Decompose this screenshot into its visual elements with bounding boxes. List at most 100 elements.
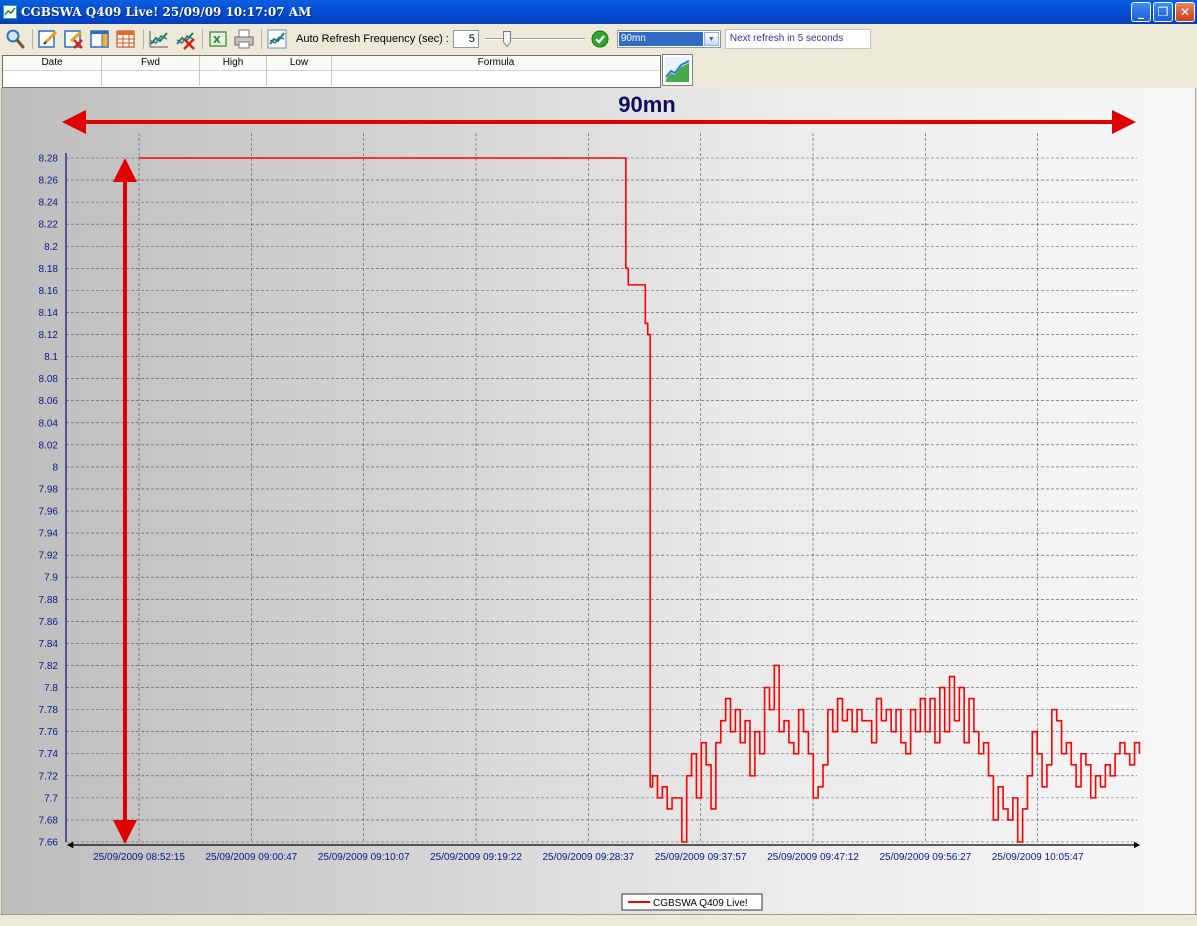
y-tick-label: 8.2 bbox=[44, 242, 58, 253]
y-tick-label: 8.24 bbox=[39, 198, 59, 209]
grid-cell[interactable] bbox=[200, 71, 267, 86]
x-tick-label: 25/09/2009 09:00:47 bbox=[205, 852, 297, 863]
series-line bbox=[139, 157, 1141, 843]
y-axis-ticks: 8.28 8.26 8.24 8.22 8.2 8.18 8.16 8.14 8.12 8.1 8.… bbox=[39, 154, 59, 849]
grid-cell[interactable] bbox=[3, 71, 102, 86]
y-tick-label: 7.76 bbox=[39, 727, 59, 738]
chart-annotation: 90mn bbox=[62, 92, 1136, 844]
price-chart[interactable]: 8.28 8.26 8.24 8.22 8.2 8.18 8.16 8.14 8.12 8.1 8.… bbox=[2, 88, 1197, 914]
chart-icon[interactable] bbox=[266, 28, 288, 50]
y-tick-label: 7.82 bbox=[39, 661, 59, 672]
chart-legend[interactable]: CGBSWA Q409 Live! bbox=[621, 893, 763, 911]
slider-track bbox=[484, 38, 585, 40]
y-tick-label: 8.26 bbox=[39, 176, 59, 187]
grid-header-date[interactable]: Date bbox=[3, 56, 102, 70]
chart-remove-icon[interactable] bbox=[174, 28, 196, 50]
delete-icon[interactable] bbox=[63, 28, 85, 50]
table-row[interactable] bbox=[3, 71, 660, 86]
grid-header-fwd[interactable]: Fwd bbox=[102, 56, 200, 70]
y-tick-label: 8.28 bbox=[39, 154, 59, 165]
grid-cell[interactable] bbox=[267, 71, 332, 86]
grid-header-formula[interactable]: Formula bbox=[332, 56, 660, 70]
window-title: CGBSWA Q409 Live! 25/09/09 10:17:07 AM bbox=[21, 5, 312, 19]
toolbar: X Auto Refresh Frequency (sec) : 90mn ▼ … bbox=[0, 24, 1197, 54]
y-tick-label: 7.72 bbox=[39, 771, 59, 782]
span-label: 90mn bbox=[618, 92, 675, 117]
timeframe-select[interactable]: 90mn ▼ bbox=[616, 30, 721, 48]
close-button[interactable]: ✕ bbox=[1175, 2, 1195, 22]
window-titlebar: CGBSWA Q409 Live! 25/09/09 10:17:07 AM _… bbox=[0, 0, 1197, 24]
refresh-frequency-input[interactable] bbox=[452, 30, 479, 48]
chevron-down-icon[interactable]: ▼ bbox=[703, 32, 719, 46]
toolbar-separator bbox=[143, 29, 144, 49]
search-icon[interactable] bbox=[4, 28, 26, 50]
excel-icon[interactable]: X bbox=[207, 28, 229, 50]
grid-header-row: Date Fwd High Low Formula bbox=[3, 56, 660, 71]
show-chart-button[interactable] bbox=[662, 54, 693, 86]
y-tick-label: 8.1 bbox=[44, 352, 58, 363]
panel-icon[interactable] bbox=[89, 28, 111, 50]
y-tick-label: 7.96 bbox=[39, 507, 59, 518]
chart-icon bbox=[665, 57, 690, 83]
timeframe-value: 90mn bbox=[618, 32, 703, 46]
x-tick-label: 25/09/2009 09:37:57 bbox=[655, 852, 747, 863]
grid-cell[interactable] bbox=[332, 71, 660, 86]
x-axis-ticks: 25/09/2009 08:52:15 25/09/2009 09:00:47 25… bbox=[93, 852, 1084, 863]
chart-gridlines bbox=[66, 133, 1137, 843]
legend-label: CGBSWA Q409 Live! bbox=[653, 898, 748, 909]
y-tick-label: 7.66 bbox=[39, 838, 59, 849]
x-tick-label: 25/09/2009 09:19:22 bbox=[430, 852, 522, 863]
y-tick-label: 7.84 bbox=[39, 639, 59, 650]
y-tick-label: 8.06 bbox=[39, 396, 59, 407]
toolbar-separator bbox=[202, 29, 203, 49]
table-icon[interactable] bbox=[115, 28, 137, 50]
refresh-status: Next refresh in 5 seconds bbox=[724, 29, 871, 49]
y-tick-label: 7.8 bbox=[44, 683, 58, 694]
y-tick-label: 8 bbox=[52, 462, 58, 473]
refresh-frequency-slider[interactable] bbox=[484, 29, 585, 49]
slider-thumb[interactable] bbox=[502, 31, 511, 47]
y-tick-label: 7.86 bbox=[39, 617, 59, 628]
restore-button[interactable]: ❐ bbox=[1153, 2, 1173, 22]
grid-header-low[interactable]: Low bbox=[267, 56, 332, 70]
chart-axes bbox=[65, 153, 1141, 849]
ok-icon[interactable] bbox=[591, 30, 609, 48]
y-tick-label: 7.92 bbox=[39, 551, 59, 562]
edit-icon[interactable] bbox=[37, 28, 59, 50]
grid-header-high[interactable]: High bbox=[200, 56, 267, 70]
y-tick-label: 8.08 bbox=[39, 374, 59, 385]
x-tick-label: 25/09/2009 10:05:47 bbox=[992, 852, 1084, 863]
y-tick-label: 7.68 bbox=[39, 815, 59, 826]
x-tick-label: 25/09/2009 09:28:37 bbox=[542, 852, 634, 863]
y-tick-label: 7.9 bbox=[44, 573, 58, 584]
y-tick-label: 8.04 bbox=[39, 418, 59, 429]
y-tick-label: 8.16 bbox=[39, 286, 59, 297]
minimize-button[interactable]: _ bbox=[1131, 2, 1151, 22]
y-tick-label: 8.02 bbox=[39, 440, 59, 451]
y-tick-label: 7.74 bbox=[39, 749, 59, 760]
chart-add-icon[interactable] bbox=[148, 28, 170, 50]
y-tick-label: 7.78 bbox=[39, 705, 59, 716]
y-tick-label: 7.88 bbox=[39, 595, 59, 606]
chart-series bbox=[139, 157, 1141, 843]
window-controls: _ ❐ ✕ bbox=[1131, 2, 1195, 22]
y-tick-label: 8.12 bbox=[39, 330, 59, 341]
toolbar-separator bbox=[261, 29, 262, 49]
chart-area: 8.28 8.26 8.24 8.22 8.2 8.18 8.16 8.14 8.12 8.1 8.… bbox=[1, 88, 1196, 914]
y-tick-label: 8.14 bbox=[39, 308, 59, 319]
y-tick-label: 7.7 bbox=[44, 793, 58, 804]
chart-icon bbox=[3, 5, 17, 19]
x-tick-label: 25/09/2009 08:52:15 bbox=[93, 852, 185, 863]
grid-cell[interactable] bbox=[102, 71, 200, 86]
y-tick-label: 7.94 bbox=[39, 529, 59, 540]
x-tick-label: 25/09/2009 09:47:12 bbox=[767, 852, 859, 863]
y-tick-label: 7.98 bbox=[39, 484, 59, 495]
refresh-frequency-label: Auto Refresh Frequency (sec) : bbox=[296, 33, 449, 45]
toolbar-separator bbox=[32, 29, 33, 49]
y-tick-label: 8.18 bbox=[39, 264, 59, 275]
x-tick-label: 25/09/2009 09:10:07 bbox=[318, 852, 410, 863]
print-icon[interactable] bbox=[233, 28, 255, 50]
quote-grid: Date Fwd High Low Formula bbox=[2, 55, 661, 88]
status-strip bbox=[0, 914, 1197, 926]
svg-text:X: X bbox=[213, 35, 221, 46]
